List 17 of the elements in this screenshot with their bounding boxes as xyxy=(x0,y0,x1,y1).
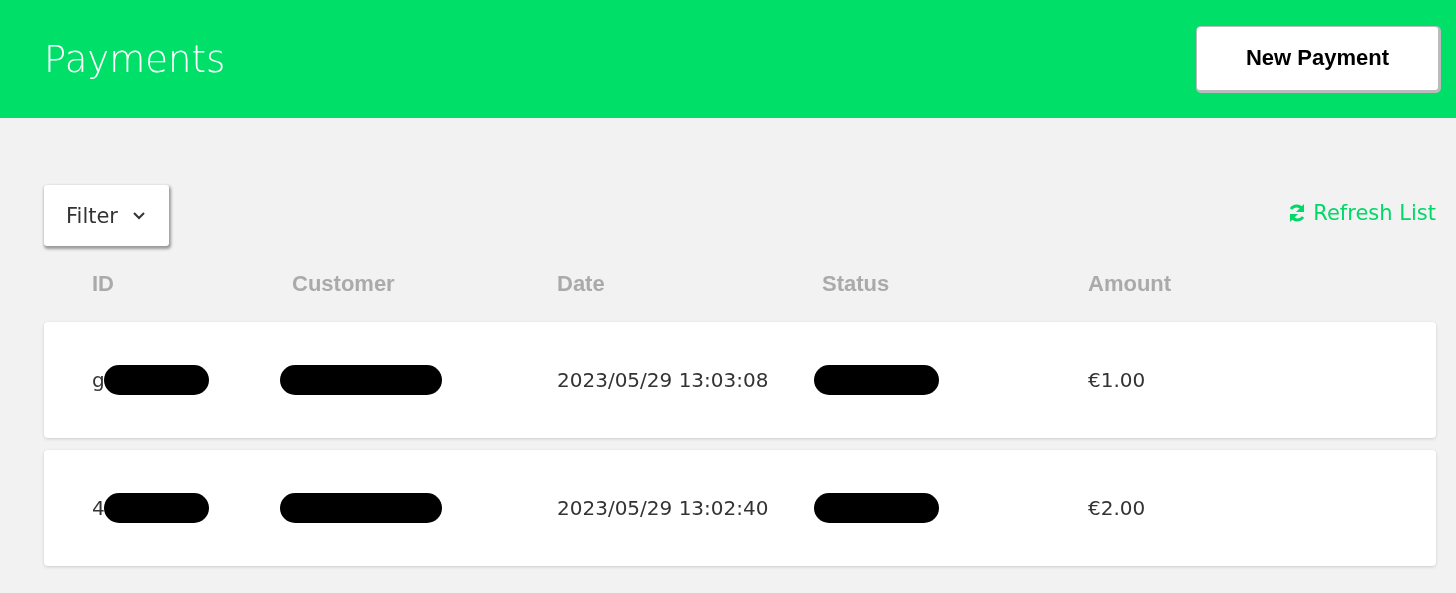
payment-row[interactable]: g 2023/05/29 13:03:08 €1.00 xyxy=(44,322,1436,438)
column-header: ID xyxy=(92,271,115,297)
table-cell: 2023/05/29 13:03:08 xyxy=(557,368,769,392)
payment-row[interactable]: 4 2023/05/29 13:02:40 €2.00 xyxy=(44,450,1436,566)
page-title: Payments xyxy=(44,37,226,81)
table-cell: €2.00 xyxy=(1088,496,1146,520)
table-cell: g xyxy=(92,368,105,392)
column-header: Status xyxy=(822,271,891,297)
table-cell: 2023/05/29 13:02:40 xyxy=(557,496,769,520)
table-cell: €1.00 xyxy=(1088,368,1146,392)
column-header: Amount xyxy=(1088,271,1173,297)
chevron-icon xyxy=(132,211,146,220)
column-header: Date xyxy=(557,271,606,297)
new-payment-button[interactable]: New Payment xyxy=(1197,26,1438,90)
column-header: Customer xyxy=(292,271,396,297)
filter-button[interactable]: Filter xyxy=(44,185,169,246)
table-cell: 4 xyxy=(92,496,105,520)
